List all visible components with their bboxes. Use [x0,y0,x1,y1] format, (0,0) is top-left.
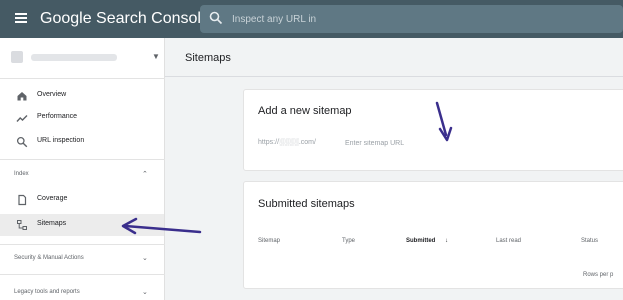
property-selector[interactable]: ▼ [11,49,161,67]
sidebar-divider [0,159,165,160]
section-label: Legacy tools and reports [14,289,80,295]
sidebar-item-sitemaps[interactable]: Sitemaps [0,214,164,236]
chevron-down-icon: ⌄ [142,255,148,262]
sidebar-item-url-inspection[interactable]: URL inspection [0,131,164,153]
sidebar: ▼ Overview Performance URL inspection In… [0,38,165,300]
chevron-up-icon: ⌃ [142,171,148,178]
section-index[interactable]: Index ⌃ [0,167,164,185]
sidebar-item-label: Coverage [37,195,68,202]
sidebar-item-label: Overview [37,91,67,98]
sidebar-item-label: Sitemaps [37,220,67,227]
menu-icon[interactable] [15,13,27,23]
sidebar-divider [0,78,165,79]
trending-up-icon [16,115,28,122]
sitemap-url-input[interactable] [345,137,465,149]
url-inspect-input[interactable] [232,9,592,29]
search-icon [16,136,28,148]
chevron-down-icon: ⌄ [142,289,148,296]
column-header-submitted[interactable]: Submitted [406,238,435,244]
submitted-sitemaps-title: Submitted sitemaps [258,198,355,210]
header-divider [165,76,623,77]
section-legacy[interactable]: Legacy tools and reports ⌄ [0,285,164,300]
chevron-down-icon: ▼ [152,52,160,61]
url-prefix: https://░░░░.com/ [258,139,316,146]
app-title[interactable]: Google Search Console [40,10,210,28]
sidebar-item-performance[interactable]: Performance [0,107,164,129]
section-label: Security & Manual Actions [14,255,84,261]
file-icon [18,194,27,206]
property-icon [11,51,23,63]
sidebar-item-coverage[interactable]: Coverage [0,189,164,211]
sort-arrow-icon[interactable]: ↓ [445,238,448,244]
page-title: Sitemaps [185,52,231,64]
column-header-sitemap[interactable]: Sitemap [258,238,280,244]
property-name-redacted [31,54,117,61]
search-icon[interactable] [209,11,223,25]
sidebar-item-label: URL inspection [37,137,85,144]
column-header-last-read[interactable]: Last read [496,238,521,244]
sidebar-divider [0,244,165,245]
column-header-status[interactable]: Status [581,238,598,244]
column-header-type[interactable]: Type [342,238,355,244]
home-icon [17,92,27,101]
sidebar-divider [0,274,165,275]
rows-per-page-label[interactable]: Rows per p [583,272,613,278]
section-security[interactable]: Security & Manual Actions ⌄ [0,251,164,269]
sitemap-icon [17,220,27,230]
sidebar-item-label: Performance [37,113,78,120]
add-sitemap-title: Add a new sitemap [258,105,352,117]
sidebar-item-overview[interactable]: Overview [0,85,164,107]
add-sitemap-card [243,89,623,171]
section-label: Index [14,171,29,177]
